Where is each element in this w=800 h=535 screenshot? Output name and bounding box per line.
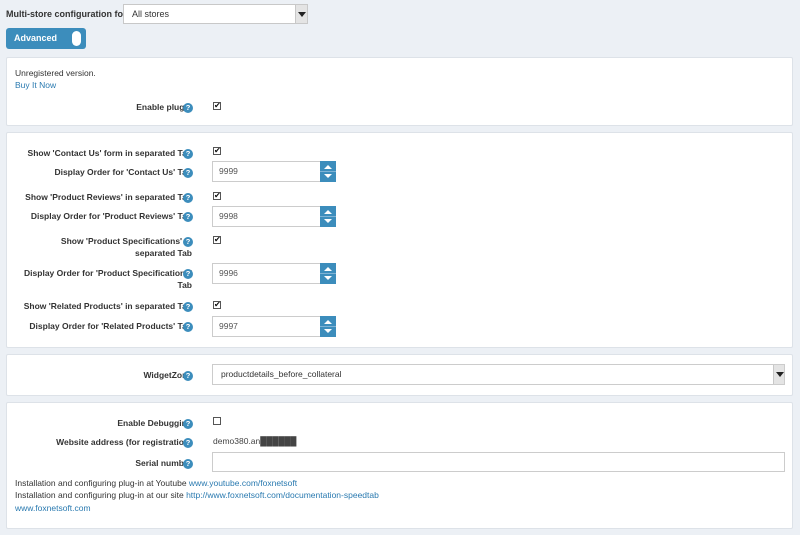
advanced-label: Advanced xyxy=(14,33,58,43)
buy-it-now-link[interactable]: Buy It Now xyxy=(15,80,56,90)
specs-order-label: Display Order for 'Product Specification… xyxy=(24,268,192,290)
help-icon[interactable]: ? xyxy=(183,212,193,222)
help-icon[interactable]: ? xyxy=(183,419,193,429)
help-icon[interactable]: ? xyxy=(183,193,193,203)
specs-order-spinner[interactable] xyxy=(320,263,336,284)
chevron-down-icon[interactable] xyxy=(295,5,307,23)
help-icon[interactable]: ? xyxy=(183,149,193,159)
widgetzone-label: WidgetZone xyxy=(143,370,192,380)
chevron-down-icon[interactable] xyxy=(773,365,784,384)
specs-show-label: Show 'Product Specifications' in separate… xyxy=(60,236,192,258)
specs-order-input[interactable]: 9996 xyxy=(212,263,321,284)
contact-show-label: Show 'Contact Us' form in separated Tab xyxy=(27,148,192,158)
enable-debugging-label: Enable Debugging xyxy=(117,418,192,428)
help-icon[interactable]: ? xyxy=(183,302,193,312)
help-icon[interactable]: ? xyxy=(183,459,193,469)
related-order-spinner[interactable] xyxy=(320,316,336,337)
youtube-link[interactable]: www.youtube.com/foxnetsoft xyxy=(189,478,297,488)
reviews-order-label: Display Order for 'Product Reviews' Tab xyxy=(30,211,192,221)
enable-debugging-checkbox[interactable] xyxy=(213,417,221,425)
help-icon[interactable]: ? xyxy=(183,438,193,448)
multistore-label: Multi-store configuration for xyxy=(6,9,127,19)
contact-order-label: Display Order for 'Contact Us' Tab xyxy=(54,167,192,177)
unregistered-text: Unregistered version. xyxy=(15,68,96,78)
related-show-label: Show 'Related Products' in separated Tab xyxy=(23,301,192,311)
reviews-show-label: Show 'Product Reviews' in separated Tab xyxy=(25,192,192,202)
site-text: Installation and configuring plug-in at … xyxy=(15,490,187,500)
help-icon[interactable]: ? xyxy=(183,322,193,332)
contact-order-spinner[interactable] xyxy=(320,161,336,182)
related-order-label: Display Order for 'Related Products' Tab xyxy=(29,321,192,331)
contact-order-input[interactable]: 9999 xyxy=(212,161,321,182)
contact-show-checkbox[interactable]: ✔ xyxy=(213,147,221,155)
enable-plugin-label: Enable plugin xyxy=(136,102,192,112)
widgetzone-select[interactable]: productdetails_before_collateral xyxy=(212,364,785,385)
youtube-text: Installation and configuring plug-in at … xyxy=(15,478,189,488)
website-label: Website address (for registration) xyxy=(56,437,192,447)
license-panel xyxy=(6,57,793,126)
serial-label: Serial number xyxy=(135,458,192,468)
store-select[interactable]: All stores xyxy=(123,4,308,24)
widgetzone-value: productdetails_before_collateral xyxy=(221,369,342,379)
reviews-order-spinner[interactable] xyxy=(320,206,336,227)
advanced-toggle-button[interactable]: Advanced xyxy=(6,28,86,49)
enable-plugin-checkbox[interactable]: ✔ xyxy=(213,102,221,110)
related-show-checkbox[interactable]: ✔ xyxy=(213,301,221,309)
help-icon[interactable]: ? xyxy=(183,237,193,247)
youtube-line: Installation and configuring plug-in at … xyxy=(15,478,297,488)
toggle-knob-icon[interactable] xyxy=(72,31,81,46)
help-icon[interactable]: ? xyxy=(183,269,193,279)
reviews-show-checkbox[interactable]: ✔ xyxy=(213,192,221,200)
specs-show-checkbox[interactable]: ✔ xyxy=(213,236,221,244)
help-icon[interactable]: ? xyxy=(183,103,193,113)
serial-number-input[interactable] xyxy=(212,452,785,472)
related-order-input[interactable]: 9997 xyxy=(212,316,321,337)
foxnetsoft-link[interactable]: www.foxnetsoft.com xyxy=(15,503,91,513)
store-select-value: All stores xyxy=(132,9,170,19)
documentation-link[interactable]: http://www.foxnetsoft.com/documentation-… xyxy=(186,490,379,500)
website-value: demo380.an██████ xyxy=(213,436,297,446)
help-icon[interactable]: ? xyxy=(183,371,193,381)
reviews-order-input[interactable]: 9998 xyxy=(212,206,321,227)
help-icon[interactable]: ? xyxy=(183,168,193,178)
site-line: Installation and configuring plug-in at … xyxy=(15,490,379,500)
